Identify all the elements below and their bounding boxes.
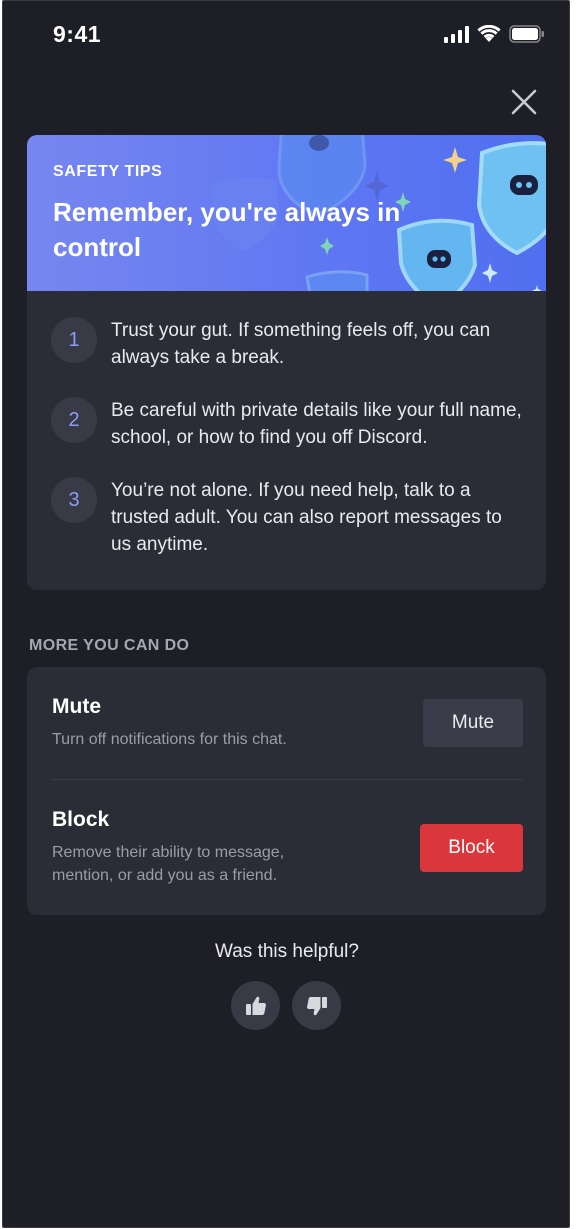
tips-list: 1 Trust your gut. If something feels off… [27, 291, 546, 590]
wifi-icon [477, 25, 501, 42]
thumbs-down-button[interactable] [292, 981, 341, 1030]
close-icon [511, 89, 537, 115]
divider [52, 779, 523, 780]
safety-tips-card: SAFETY TIPS Remember, you're always in c… [27, 135, 546, 590]
feedback-question: Was this helpful? [215, 941, 359, 962]
tip-number-badge: 3 [51, 477, 97, 523]
tip-number-badge: 1 [51, 317, 97, 363]
mute-description: Turn off notifications for this chat. [52, 731, 287, 748]
close-button[interactable] [509, 87, 539, 117]
mute-title: Mute [52, 695, 101, 718]
battery-icon [509, 25, 544, 43]
section-label: MORE YOU CAN DO [29, 637, 190, 654]
tip-item: 3 You’re not alone. If you need help, ta… [51, 477, 522, 558]
tip-item: 2 Be careful with private details like y… [51, 397, 522, 451]
tip-text: You’re not alone. If you need help, talk… [111, 480, 502, 555]
tip-item: 1 Trust your gut. If something feels off… [51, 317, 522, 371]
cellular-signal-icon [444, 25, 469, 43]
status-time: 9:41 [53, 21, 102, 47]
banner-title: Remember, you're always in control [53, 197, 401, 262]
block-button[interactable]: Block [420, 824, 523, 872]
thumbs-down-icon [306, 996, 327, 1015]
phone-screen: 9:41 SAFETY TIPS Remember, you're always… [2, 0, 570, 1228]
tip-text: Trust your gut. If something feels off, … [111, 320, 491, 368]
mute-button[interactable]: Mute [423, 699, 523, 747]
tip-text: Be careful with private details like you… [111, 400, 522, 448]
thumbs-up-button[interactable] [231, 981, 280, 1030]
banner-kicker: SAFETY TIPS [53, 163, 163, 180]
thumbs-up-icon [245, 996, 266, 1015]
safety-tips-banner: SAFETY TIPS Remember, you're always in c… [27, 135, 546, 291]
status-icons [444, 25, 545, 43]
block-description: Remove their ability to message, mention… [52, 844, 285, 884]
feedback-buttons [231, 981, 341, 1030]
actions-card: Mute Turn off notifications for this cha… [27, 667, 546, 915]
block-title: Block [52, 808, 110, 831]
tip-number-badge: 2 [51, 397, 97, 443]
